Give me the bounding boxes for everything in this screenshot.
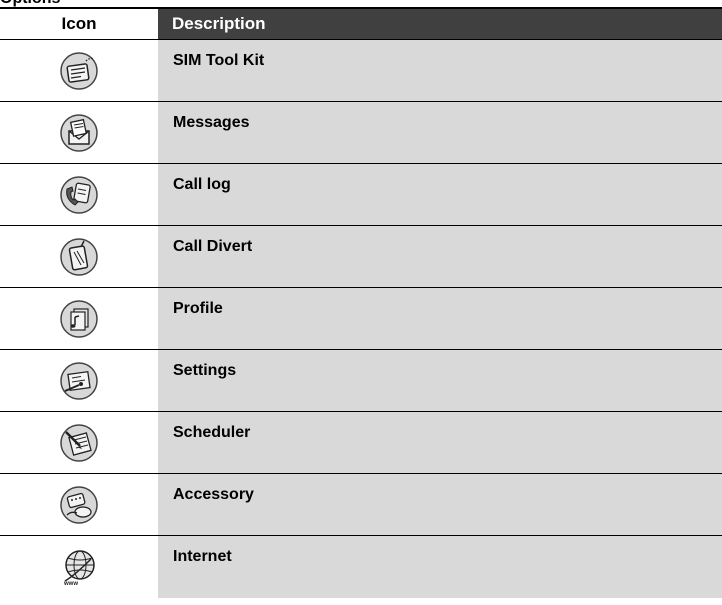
row-label: SIM Tool Kit	[158, 40, 722, 101]
table-row: Call log	[0, 164, 722, 226]
row-label: Profile	[158, 288, 722, 349]
table-row: SIM Tool Kit	[0, 40, 722, 102]
description-column-header: Description	[158, 9, 722, 39]
row-label: Call log	[158, 164, 722, 225]
call-log-icon	[60, 175, 98, 214]
settings-icon	[60, 361, 98, 400]
table-row: Accessory	[0, 474, 722, 536]
row-label: Messages	[158, 102, 722, 163]
profile-icon	[60, 299, 98, 338]
internet-icon: www	[63, 550, 95, 587]
call-divert-icon	[60, 237, 98, 276]
accessory-icon	[60, 485, 98, 524]
messages-icon	[60, 113, 98, 152]
row-label: Settings	[158, 350, 722, 411]
table-row: Messages	[0, 102, 722, 164]
table-row: Settings	[0, 350, 722, 412]
table-row: www Internet	[0, 536, 722, 598]
menu-icon-table: Icon Description SIM Tool Kit Messages C…	[0, 0, 722, 605]
table-header: Icon Description	[0, 7, 722, 40]
table-row: Scheduler	[0, 412, 722, 474]
row-label: Call Divert	[158, 226, 722, 287]
row-label: Internet	[158, 536, 722, 598]
table-row: Call Divert	[0, 226, 722, 288]
icon-column-header: Icon	[61, 14, 97, 33]
svg-text:www: www	[63, 581, 78, 587]
row-label: Accessory	[158, 474, 722, 535]
row-label: Scheduler	[158, 412, 722, 473]
sim-tool-kit-icon	[60, 51, 98, 90]
scheduler-icon	[60, 423, 98, 462]
table-row: Profile	[0, 288, 722, 350]
